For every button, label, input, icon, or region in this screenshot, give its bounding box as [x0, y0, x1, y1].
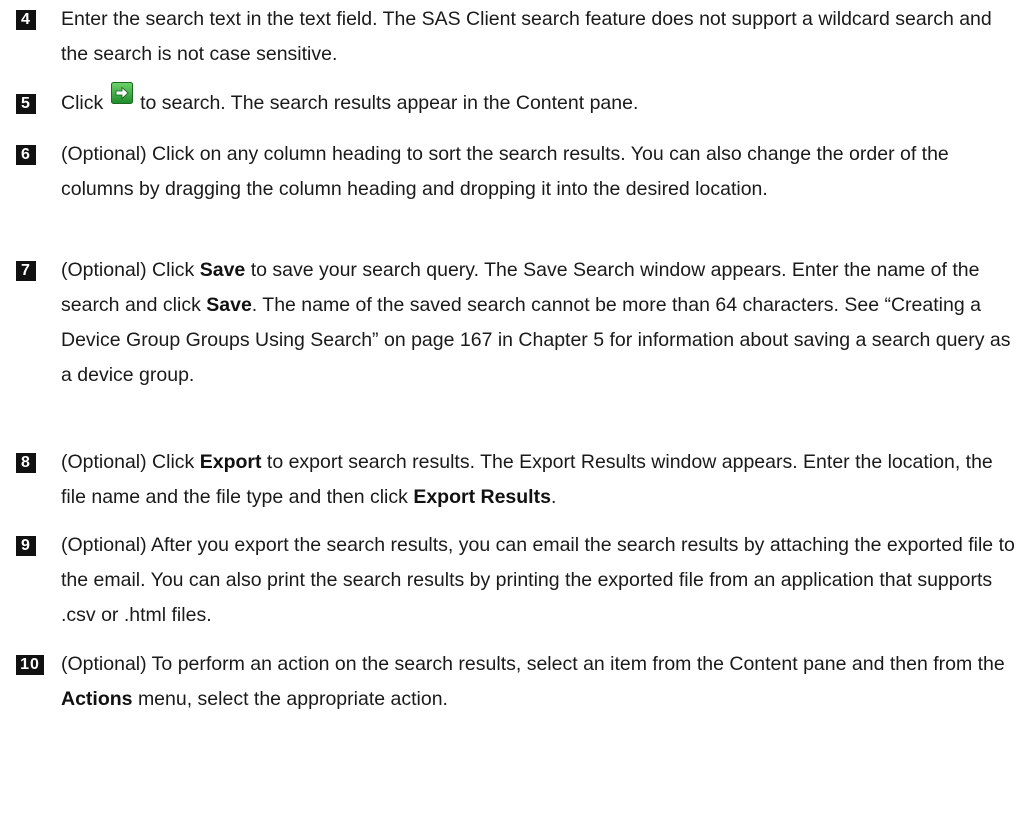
step-text: Enter the search text in the text field.…	[61, 8, 992, 65]
step-number-badge: 9	[16, 536, 36, 556]
step-text: (Optional) Click on any column heading t…	[61, 143, 949, 200]
step-text-part: (Optional) Click	[61, 451, 195, 473]
step-text: (Optional) Click Export to export search…	[61, 445, 1016, 515]
green-arrow-go-icon	[110, 82, 133, 104]
step-number-badge: 10	[16, 655, 44, 675]
save-emphasis: Save	[199, 259, 246, 281]
step-number-badge: 8	[16, 453, 36, 473]
step-text: (Optional) Click Save to save your searc…	[61, 253, 1016, 393]
step-number-badge: 4	[16, 10, 36, 30]
step-number-badge: 6	[16, 145, 36, 165]
export-emphasis: Export	[199, 451, 262, 473]
step-number-badge: 5	[16, 94, 36, 114]
actions-emphasis: Actions	[61, 688, 133, 710]
step-number-badge: 7	[16, 261, 36, 281]
step-text-after-icon: to search. The search results appear in …	[140, 92, 639, 114]
export-results-emphasis: Export Results	[413, 486, 551, 508]
step-text: (Optional) To perform an action on the s…	[61, 647, 1016, 717]
step-text-part: .	[550, 486, 557, 508]
step-text-before-icon: Click	[61, 92, 104, 114]
step-text: Click to search. The search results appe…	[61, 82, 1016, 121]
step-text-part: (Optional) To perform an action on the s…	[61, 653, 1005, 675]
save-emphasis: Save	[206, 294, 252, 316]
step-text-part: . The name of the saved search cannot be…	[61, 294, 1011, 386]
step-text-part: (Optional) Click	[61, 259, 195, 281]
step-text: (Optional) After you export the search r…	[61, 534, 1015, 626]
step-text-part: menu, select the appropriate action.	[137, 688, 448, 710]
